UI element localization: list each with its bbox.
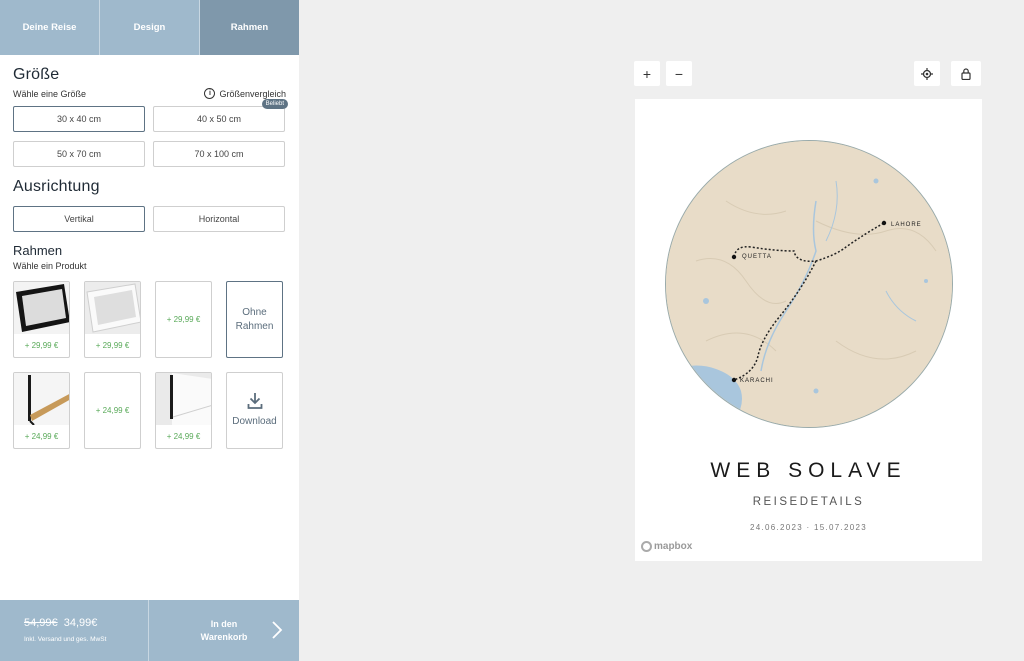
orientation-vertical[interactable]: Vertikal	[13, 206, 145, 232]
frame-download[interactable]: Download	[226, 372, 283, 449]
frame-price: + 29,99 €	[166, 315, 201, 324]
place-label: LAHORE	[891, 222, 922, 228]
lock-icon	[961, 67, 971, 80]
mapbox-label: mapbox	[654, 541, 693, 552]
download-icon	[247, 393, 262, 409]
cart-label-line2: Warenkorb	[200, 631, 248, 642]
checkout-bar: 54,99€ 34,99€ Inkl. Versand und ges. MwS…	[0, 600, 299, 661]
add-to-cart-button[interactable]: In den Warenkorb	[148, 600, 299, 661]
orientation-options: Vertikal Horizontal	[13, 206, 286, 232]
download-label: Download	[232, 416, 277, 427]
locate-button[interactable]	[914, 61, 940, 86]
tab-deine-reise[interactable]: Deine Reise	[0, 0, 100, 55]
cart-label-line1: In den	[210, 618, 238, 629]
poster-preview: QUETTA LAHORE KARACHI WEB SOLAVE REISEDE…	[635, 99, 982, 561]
size-option-70x100[interactable]: 70 x 100 cm	[153, 141, 285, 167]
crosshair-icon	[921, 67, 933, 80]
tab-rahmen[interactable]: Rahmen	[200, 0, 299, 55]
frame-option-3[interactable]: + 29,99 €	[155, 281, 212, 358]
frame-price: + 29,99 €	[24, 341, 59, 350]
frame-white-thumb	[85, 282, 140, 334]
orientation-horizontal[interactable]: Horizontal	[153, 206, 285, 232]
zoom-out-button[interactable]: −	[666, 61, 692, 86]
route-map[interactable]: QUETTA LAHORE KARACHI	[665, 140, 953, 428]
frame-price: + 29,99 €	[95, 341, 130, 350]
size-compare-label: Größenvergleich	[219, 88, 286, 99]
frames-subtitle: Wähle ein Produkt	[13, 261, 87, 271]
popular-badge: Beliebt	[261, 99, 288, 109]
frames-title: Rahmen	[13, 243, 63, 258]
size-option-30x40[interactable]: 30 x 40 cm	[13, 106, 145, 132]
mapbox-logo: mapbox	[641, 541, 692, 552]
lock-button[interactable]	[951, 61, 981, 86]
size-options: 30 x 40 cm 40 x 50 cm Beliebt 50 x 70 cm…	[13, 99, 288, 167]
poster-subtitle[interactable]: REISEDETAILS	[635, 496, 982, 508]
frame-price: + 24,99 €	[166, 432, 201, 441]
mapbox-icon	[641, 541, 652, 552]
orientation-title: Ausrichtung	[13, 178, 100, 195]
tab-design[interactable]: Design	[100, 0, 200, 55]
frame-options: + 29,99 € + 29,99 € + 29,99 € Ohne Rahme…	[13, 281, 286, 449]
frame-price: + 24,99 €	[95, 406, 130, 415]
config-panel: Deine Reise Design Rahmen Größe Wähle ei…	[0, 0, 299, 661]
size-subtitle: Wähle eine Größe	[13, 88, 87, 99]
tax-note: Inkl. Versand und ges. MwSt	[24, 636, 107, 643]
poster-title[interactable]: WEB SOLAVE	[635, 459, 982, 483]
frame-black-thumb	[14, 282, 69, 334]
frame-hanger-black-thumb	[156, 373, 211, 425]
poster-dates[interactable]: 24.06.2023 · 15.07.2023	[635, 523, 982, 532]
frame-hanger-wood[interactable]: + 24,99 €	[13, 372, 70, 449]
new-price: 34,99€	[63, 617, 98, 629]
place-label: QUETTA	[742, 254, 772, 260]
size-option-40x50[interactable]: 40 x 50 cm Beliebt	[153, 99, 288, 132]
frame-option-6[interactable]: + 24,99 €	[84, 372, 141, 449]
size-option-label: 40 x 50 cm	[196, 114, 242, 124]
frame-price: + 24,99 €	[24, 432, 59, 441]
chevron-right-icon	[272, 621, 283, 639]
place-label: KARACHI	[740, 378, 774, 384]
size-title: Größe	[13, 66, 60, 83]
price-box: 54,99€ 34,99€ Inkl. Versand und ges. MwS…	[0, 600, 148, 661]
size-compare-link[interactable]: i Größenvergleich	[204, 88, 286, 99]
zoom-in-button[interactable]: +	[634, 61, 660, 86]
frame-white[interactable]: + 29,99 €	[84, 281, 141, 358]
size-option-50x70[interactable]: 50 x 70 cm	[13, 141, 145, 167]
info-icon: i	[204, 88, 216, 99]
frame-black[interactable]: + 29,99 €	[13, 281, 70, 358]
step-tabs: Deine Reise Design Rahmen	[0, 0, 299, 55]
frame-hanger-black[interactable]: + 24,99 €	[155, 372, 212, 449]
old-price: 54,99€	[24, 617, 58, 629]
frame-ohne-rahmen[interactable]: Ohne Rahmen	[226, 281, 283, 358]
frame-hanger-wood-thumb	[14, 373, 69, 426]
